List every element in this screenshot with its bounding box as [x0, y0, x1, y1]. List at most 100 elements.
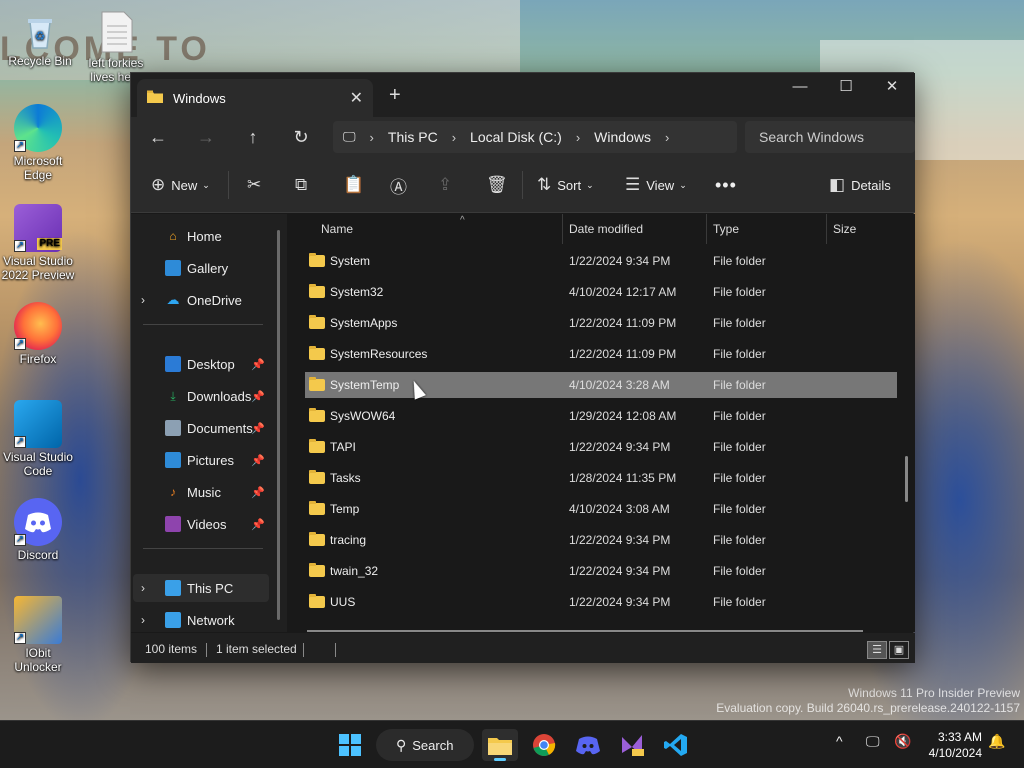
sort-button[interactable]: ⇅ Sort ⌄	[537, 171, 594, 199]
horizontal-scrollbar[interactable]	[307, 630, 863, 632]
notification-bell-icon[interactable]: 🔔	[988, 733, 1005, 750]
refresh-icon[interactable]: ↻	[286, 123, 316, 151]
tiles-view-icon[interactable]: ▣	[889, 641, 909, 659]
column-header-date-modified[interactable]: Date modified	[563, 214, 705, 244]
forward-arrow-icon[interactable]: →	[191, 123, 221, 151]
up-arrow-icon[interactable]: ↑	[238, 123, 268, 151]
new-button[interactable]: ⊕ New ⌄	[151, 171, 210, 199]
type-cell: File folder	[713, 254, 766, 268]
file-name: System	[330, 254, 371, 268]
table-row[interactable]: tracing 1/22/2024 9:34 PM File folder	[305, 527, 897, 553]
column-header-name[interactable]: Name ^	[315, 214, 563, 244]
close-button[interactable]: ✕	[869, 73, 915, 103]
vscode-taskbar-icon[interactable]	[658, 729, 694, 761]
desktop-icon-recycle-bin[interactable]: ♻ Recycle Bin	[2, 12, 78, 68]
nav-pictures[interactable]: Pictures 📌	[133, 446, 269, 474]
nav-onedrive[interactable]: › ☁ OneDrive	[133, 286, 269, 314]
desktop-icon-visual-studio[interactable]: PRE ↗ Visual Studio 2022 Preview	[0, 204, 76, 282]
chevron-right-icon[interactable]: ›	[665, 130, 669, 145]
maximize-button[interactable]: ☐	[823, 73, 869, 103]
discord-taskbar-icon[interactable]	[570, 729, 606, 761]
desktop-icon-edge[interactable]: ↗ Microsoft Edge	[0, 104, 76, 182]
scissors-icon: ✂	[247, 175, 262, 194]
details-button[interactable]: ◧ Details	[829, 171, 891, 199]
chevron-right-icon[interactable]: ›	[141, 293, 155, 307]
breadcrumb-windows[interactable]: Windows	[594, 129, 651, 145]
chevron-right-icon[interactable]: ›	[141, 581, 155, 595]
nav-videos[interactable]: Videos 📌	[133, 510, 269, 538]
minimize-button[interactable]: —	[777, 73, 823, 103]
table-row[interactable]: Tasks 1/28/2024 11:35 PM File folder	[305, 465, 897, 491]
table-row[interactable]: twain_32 1/22/2024 9:34 PM File folder	[305, 558, 897, 584]
nav-divider	[143, 548, 263, 549]
volume-muted-icon[interactable]: 🔇	[894, 733, 911, 750]
chevron-up-icon[interactable]: ^	[836, 733, 843, 749]
search-input[interactable]: Search Windows	[745, 121, 915, 153]
pin-icon[interactable]: 📌	[251, 390, 265, 403]
chrome-taskbar-icon[interactable]	[526, 729, 562, 761]
nav-this-pc[interactable]: › This PC	[133, 574, 269, 602]
nav-divider	[143, 324, 263, 325]
back-arrow-icon[interactable]: ←	[143, 123, 173, 151]
desktop-icon-vscode[interactable]: ↗ Visual Studio Code	[0, 400, 76, 478]
desktop-icon-label: Visual Studio Code	[3, 450, 73, 478]
pin-icon[interactable]: 📌	[251, 422, 265, 435]
clock[interactable]: 3:33 AM 4/10/2024	[920, 729, 982, 761]
shortcut-arrow-icon: ↗	[14, 632, 26, 644]
desktop-icon-firefox[interactable]: ↗ Firefox	[0, 302, 76, 366]
nav-network[interactable]: › Network	[133, 606, 269, 634]
cut-button[interactable]: ✂	[247, 171, 267, 199]
visual-studio-taskbar-icon[interactable]	[614, 729, 650, 761]
status-divider	[303, 643, 304, 657]
network-status-icon[interactable]: 🖵	[866, 733, 880, 750]
chevron-right-icon[interactable]: ›	[141, 613, 155, 627]
table-row[interactable]: Temp 4/10/2024 3:08 AM File folder	[305, 496, 897, 522]
rename-button[interactable]: Ⓐ	[390, 171, 413, 199]
table-row[interactable]: UUS 1/22/2024 9:34 PM File folder	[305, 589, 897, 615]
tab-windows[interactable]: Windows ✕	[137, 79, 373, 117]
breadcrumb-local-disk[interactable]: Local Disk (C:)	[470, 129, 562, 145]
nav-music[interactable]: ♪ Music 📌	[133, 478, 269, 506]
nav-documents[interactable]: Documents 📌	[133, 414, 269, 442]
tab-close-icon[interactable]: ✕	[350, 88, 363, 108]
vscode-icon: ↗	[14, 400, 62, 448]
pin-icon[interactable]: 📌	[251, 358, 265, 371]
desktop-icon-iobit[interactable]: ↗ IObit Unlocker	[0, 596, 76, 674]
table-row[interactable]: SystemTemp 4/10/2024 3:28 AM File folder	[305, 372, 897, 398]
paste-button[interactable]: 📋	[343, 171, 370, 199]
table-row[interactable]: SystemApps 1/22/2024 11:09 PM File folder	[305, 310, 897, 336]
table-row[interactable]: System32 4/10/2024 12:17 AM File folder	[305, 279, 897, 305]
pin-icon[interactable]: 📌	[251, 518, 265, 531]
pin-icon[interactable]: 📌	[251, 454, 265, 467]
table-row[interactable]: SystemResources 1/22/2024 11:09 PM File fo…	[305, 341, 897, 367]
column-header-size[interactable]: Size	[827, 214, 907, 244]
share-button[interactable]: ⇪	[438, 171, 458, 199]
table-row[interactable]: TAPI 1/22/2024 9:34 PM File folder	[305, 434, 897, 460]
file-explorer-taskbar-icon[interactable]	[482, 729, 518, 761]
delete-button[interactable]: 🗑	[486, 171, 514, 199]
content-scrollbar[interactable]	[905, 456, 908, 502]
chevron-down-icon: ⌄	[679, 179, 687, 190]
nav-scrollbar[interactable]	[277, 230, 280, 620]
chevron-down-icon: ⌄	[586, 179, 594, 190]
column-header-type[interactable]: Type	[707, 214, 825, 244]
file-name: Tasks	[330, 471, 361, 485]
nav-downloads[interactable]: ⤓ Downloads 📌	[133, 382, 269, 410]
start-button[interactable]	[332, 729, 368, 761]
more-options-icon[interactable]: •••	[715, 171, 737, 199]
table-row[interactable]: SysWOW64 1/29/2024 12:08 AM File folder	[305, 403, 897, 429]
table-row[interactable]: System 1/22/2024 9:34 PM File folder	[305, 248, 897, 274]
address-bar[interactable]: 🖵 › This PC › Local Disk (C:) › Windows …	[333, 121, 737, 153]
file-name-cell: SystemApps	[309, 315, 397, 330]
copy-button[interactable]: ⧉	[295, 171, 313, 199]
view-button[interactable]: ☰ View ⌄	[625, 171, 687, 199]
details-view-icon[interactable]: ☰	[867, 641, 887, 659]
desktop-icon-discord[interactable]: ↗ Discord	[0, 498, 76, 562]
pin-icon[interactable]: 📌	[251, 486, 265, 499]
new-tab-button[interactable]: +	[389, 85, 401, 105]
nav-desktop[interactable]: Desktop 📌	[133, 350, 269, 378]
nav-gallery[interactable]: Gallery	[133, 254, 269, 282]
taskbar-search[interactable]: ⚲ Search	[376, 729, 474, 761]
nav-home[interactable]: ⌂ Home	[133, 222, 269, 250]
breadcrumb-this-pc[interactable]: This PC	[388, 129, 438, 145]
